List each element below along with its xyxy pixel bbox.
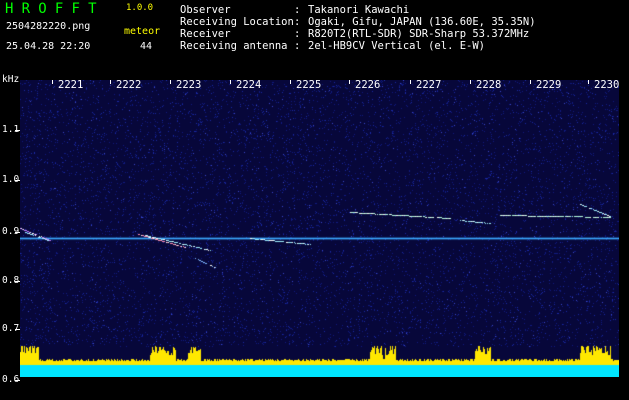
meteor-label: meteor xyxy=(124,26,161,37)
x-tick-mark xyxy=(470,80,471,84)
y-tick-mark xyxy=(15,130,20,131)
station-info: Observer : Takanori Kawachi Receiving Lo… xyxy=(180,4,536,52)
info-value: 2el-HB9CV Vertical (el. E-W) xyxy=(308,40,486,52)
x-tick-mark xyxy=(52,80,53,84)
app-name: HROFFT xyxy=(5,1,105,17)
x-tick-label: 2226 xyxy=(355,79,381,91)
x-tick-mark xyxy=(290,80,291,84)
x-tick-label: 2223 xyxy=(176,79,202,91)
x-tick-label: 2229 xyxy=(536,79,562,91)
info-key: Receiver xyxy=(180,28,231,40)
info-key: Receiving Location xyxy=(180,16,294,28)
file-name: 2504282220.png xyxy=(6,21,91,32)
info-key: Observer xyxy=(180,4,231,16)
x-tick-label: 2224 xyxy=(236,79,262,91)
info-value: R820T2(RTL-SDR) SDR-Sharp 53.372MHz xyxy=(308,28,530,40)
x-tick-mark xyxy=(110,80,111,84)
info-row-antenna: Receiving antenna : 2el-HB9CV Vertical (… xyxy=(180,40,536,52)
info-value: Takanori Kawachi xyxy=(308,4,410,16)
x-tick-label: 2221 xyxy=(58,79,84,91)
x-tick-mark xyxy=(530,80,531,84)
x-tick-mark xyxy=(410,80,411,84)
spectrogram-canvas xyxy=(20,80,619,377)
info-sep: : xyxy=(294,4,301,16)
hrofft-window: HROFFT 1.0.0 2504282220.png meteor 25.04… xyxy=(0,0,629,400)
y-tick-mark xyxy=(15,281,20,282)
y-tick-mark xyxy=(15,232,20,233)
info-row-observer: Observer : Takanori Kawachi xyxy=(180,4,536,16)
info-row-receiver: Receiver : R820T2(RTL-SDR) SDR-Sharp 53.… xyxy=(180,28,536,40)
x-tick-label: 2227 xyxy=(416,79,442,91)
x-tick-label: 2225 xyxy=(296,79,322,91)
x-tick-mark xyxy=(588,80,589,84)
y-axis-unit: kHz xyxy=(2,74,20,85)
info-sep: : xyxy=(294,40,301,52)
x-tick-label: 2222 xyxy=(116,79,142,91)
y-tick-mark xyxy=(15,380,20,381)
info-sep: : xyxy=(294,28,301,40)
info-sep: : xyxy=(294,16,301,28)
meteor-count: 44 xyxy=(140,41,153,52)
x-tick-mark xyxy=(230,80,231,84)
x-tick-label: 2230 xyxy=(594,79,620,91)
info-key: Receiving antenna xyxy=(180,40,288,52)
app-version: 1.0.0 xyxy=(126,3,154,13)
x-tick-mark xyxy=(170,80,171,84)
file-datetime: 25.04.28 22:20 xyxy=(6,41,91,52)
x-tick-label: 2228 xyxy=(476,79,502,91)
y-tick-mark xyxy=(15,180,20,181)
info-value: Ogaki, Gifu, JAPAN (136.60E, 35.35N) xyxy=(308,16,536,28)
info-row-location: Receiving Location : Ogaki, Gifu, JAPAN … xyxy=(180,16,536,28)
x-tick-mark xyxy=(349,80,350,84)
y-tick-mark xyxy=(15,329,20,330)
